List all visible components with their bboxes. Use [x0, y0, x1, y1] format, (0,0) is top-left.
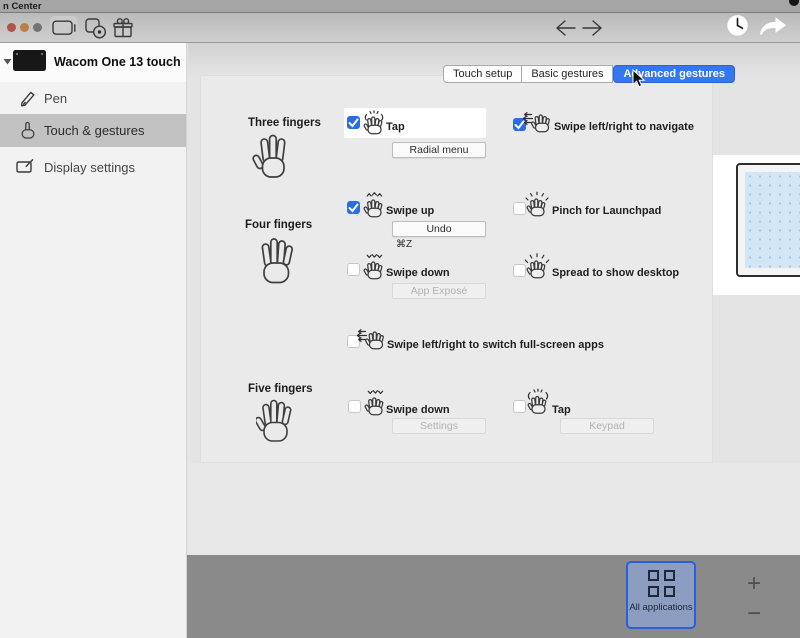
device-name: Wacom One 13 touch	[54, 55, 181, 69]
undo-dropdown[interactable]: Undo	[392, 221, 486, 237]
history-button[interactable]	[726, 14, 749, 42]
all-applications-button[interactable]: All applications	[626, 561, 696, 629]
swipe-switch-apps-label: Swipe left/right to switch full-screen a…	[387, 339, 604, 351]
undo-dropdown-value: Undo	[426, 223, 452, 235]
section-five-fingers-label: Five fingers	[248, 383, 313, 395]
swipe-switch-apps-gesture-icon	[356, 329, 385, 350]
gesture-tab-bar: Touch setup Basic gestures Advanced gest…	[443, 65, 735, 83]
sidebar-item-pen-label: Pen	[44, 91, 68, 106]
pen-icon	[20, 91, 35, 107]
share-arrow-icon	[760, 17, 786, 35]
radial-menu-dropdown[interactable]: Radial menu	[392, 142, 486, 158]
swipe-down-gesture-icon	[363, 254, 383, 280]
swipe-up-checkbox[interactable]	[347, 201, 360, 214]
tab-basic-gestures[interactable]: Basic gestures	[522, 65, 614, 83]
mouse-cursor	[632, 69, 646, 88]
app-expose-dropdown[interactable]: App Exposé	[392, 283, 486, 299]
pinch-launchpad-label: Pinch for Launchpad	[552, 205, 662, 217]
display-settings-icon	[16, 159, 34, 173]
settings-dropdown[interactable]: Settings	[392, 418, 486, 434]
forward-arrow-icon	[582, 20, 602, 36]
disclosure-triangle-icon[interactable]	[3, 58, 12, 65]
spread-gesture-icon	[524, 253, 550, 279]
settings-dropdown-value: Settings	[420, 420, 458, 432]
keypad-dropdown[interactable]: Keypad	[560, 418, 654, 434]
forward-button[interactable]	[580, 18, 606, 43]
all-applications-icon	[647, 570, 675, 597]
tablet-preview-active-area	[745, 172, 800, 268]
radial-menu-dropdown-value: Radial menu	[409, 144, 469, 156]
three-finger-hand-icon	[252, 131, 294, 181]
share-button[interactable]	[757, 15, 789, 41]
swipe-navigate-label: Swipe left/right to navigate	[554, 121, 694, 133]
swipe-up-label: Swipe up	[386, 205, 435, 217]
five-tap-label: Tap	[552, 404, 571, 416]
zoom-window-button[interactable]	[33, 23, 42, 32]
gift-icon	[113, 17, 133, 37]
devices-icon	[85, 17, 107, 39]
window-title-strip: n Center	[0, 0, 800, 13]
tap-label: Tap	[386, 121, 405, 133]
remove-application-button[interactable]: −	[747, 602, 761, 626]
swipe-left-right-gesture-icon	[522, 112, 551, 133]
sidebar-item-touch-gestures-label: Touch & gestures	[44, 123, 145, 138]
five-swipe-down-checkbox[interactable]	[348, 400, 361, 413]
add-application-button[interactable]: +	[747, 572, 761, 596]
devices-toolbar-button[interactable]	[84, 17, 108, 39]
tab-touch-setup[interactable]: Touch setup	[443, 65, 523, 83]
five-finger-hand-icon	[256, 396, 296, 444]
five-swipe-down-label: Swipe down	[386, 404, 450, 416]
minimize-button[interactable]	[20, 23, 29, 32]
gift-toolbar-button[interactable]	[112, 17, 134, 39]
four-swipe-down-label: Swipe down	[386, 267, 450, 279]
sidebar-item-display-settings-label: Display settings	[44, 160, 136, 175]
clock-icon	[726, 14, 749, 37]
content-lower-area	[188, 463, 800, 555]
four-finger-hand-icon	[256, 234, 298, 286]
undo-shortcut: ⌘Z	[396, 239, 413, 250]
section-four-fingers-label: Four fingers	[245, 219, 313, 231]
tablet-toolbar-button[interactable]	[50, 16, 78, 40]
all-applications-label: All applications	[629, 602, 693, 613]
wacom-center-window: n Center Wacom One 13 touch Pen Touch & …	[0, 0, 800, 638]
pinch-gesture-icon	[525, 191, 549, 217]
tablet-icon	[51, 20, 75, 35]
application-bar	[187, 555, 800, 638]
back-button[interactable]	[552, 18, 578, 43]
section-three-fingers-label: Three fingers	[248, 117, 321, 129]
three-finger-tap-checkbox[interactable]	[347, 116, 360, 129]
app-expose-dropdown-value: App Exposé	[410, 285, 468, 297]
five-swipe-down-gesture-icon	[364, 390, 384, 416]
spread-desktop-label: Spread to show desktop	[552, 267, 680, 279]
keypad-dropdown-value: Keypad	[589, 420, 625, 432]
tap-gesture-icon	[363, 110, 384, 135]
close-button[interactable]	[7, 23, 16, 32]
five-tap-gesture-icon	[527, 388, 549, 414]
window-title: n Center	[3, 1, 42, 12]
four-swipe-down-checkbox[interactable]	[347, 263, 360, 276]
touch-icon	[21, 121, 35, 139]
back-arrow-icon	[556, 20, 576, 36]
swipe-up-gesture-icon	[363, 192, 383, 218]
device-thumbnail	[13, 50, 46, 71]
